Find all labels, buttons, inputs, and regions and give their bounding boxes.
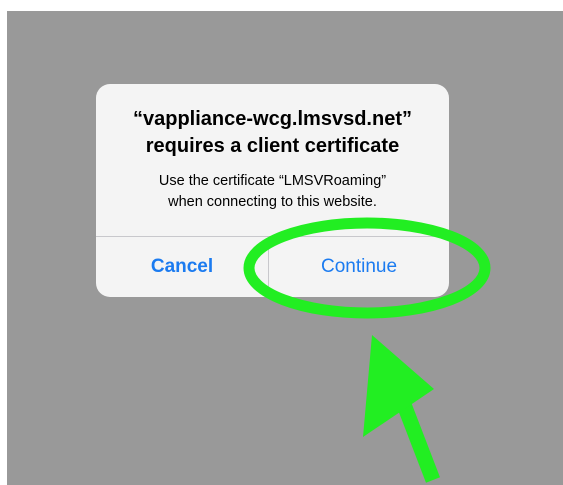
alert-message-line-2: when connecting to this website. <box>168 194 377 210</box>
cancel-button[interactable]: Cancel <box>96 237 269 297</box>
continue-button[interactable]: Continue <box>269 237 449 297</box>
alert-actions: Cancel Continue <box>96 236 449 297</box>
alert-message-line-1: Use the certificate “LMSVRoaming” <box>158 173 387 189</box>
alert-title-line-1: “vappliance-wcg.lmsvsd.net” <box>133 108 412 130</box>
client-certificate-alert: “vappliance-wcg.lmsvsd.net” requires a c… <box>96 84 449 297</box>
alert-title-line-2: requires a client certificate <box>145 135 400 157</box>
alert-body: “vappliance-wcg.lmsvsd.net” requires a c… <box>96 84 449 236</box>
alert-message: Use the certificate “LMSVRoaming” when c… <box>96 171 449 213</box>
alert-title: “vappliance-wcg.lmsvsd.net” requires a c… <box>96 106 449 160</box>
